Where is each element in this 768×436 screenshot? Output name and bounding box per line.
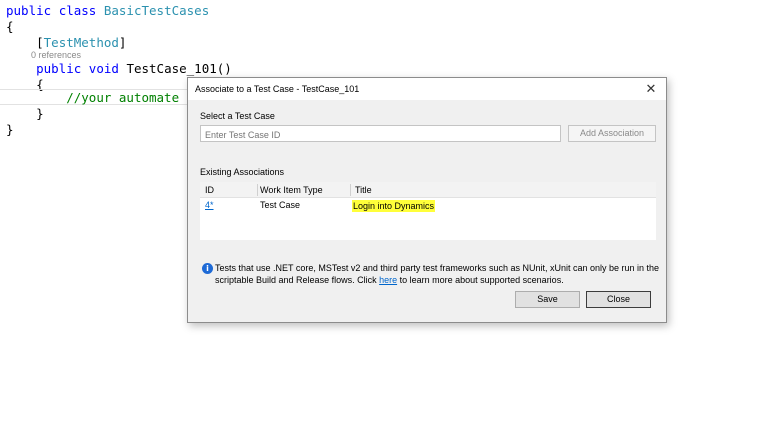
column-header-work-item-type[interactable]: Work Item Type	[260, 185, 323, 195]
add-association-button[interactable]: Add Association	[568, 125, 656, 142]
info-icon: i	[202, 263, 213, 274]
column-header-title[interactable]: Title	[355, 185, 372, 195]
work-item-title-cell: Login into Dynamics	[352, 200, 436, 212]
code-line-close-brace: }	[6, 122, 14, 137]
column-divider[interactable]	[257, 184, 258, 196]
code-line-class: public class BasicTestCases	[6, 3, 209, 19]
work-item-type-cell: Test Case	[260, 200, 301, 210]
column-header-id[interactable]: ID	[205, 185, 214, 195]
attribute-name: TestMethod	[43, 35, 119, 50]
table-row[interactable]: 4* Test Case Login into Dynamics	[200, 198, 656, 213]
keyword: public	[6, 3, 52, 18]
code-line-open-brace: {	[6, 19, 14, 34]
code-line-attribute: [TestMethod]	[36, 35, 127, 50]
existing-associations-label: Existing Associations	[200, 167, 285, 177]
keyword: public	[36, 61, 82, 76]
class-name: BasicTestCases	[103, 3, 210, 18]
dialog-titlebar[interactable]: Associate to a Test Case - TestCase_101 …	[188, 78, 666, 100]
dialog-title: Associate to a Test Case - TestCase_101	[195, 84, 360, 94]
select-test-case-label: Select a Test Case	[200, 111, 275, 121]
info-message: Tests that use .NET core, MSTest v2 and …	[215, 263, 660, 285]
learn-more-link[interactable]: here	[379, 275, 397, 285]
code-line-comment: //your automate test	[6, 90, 217, 106]
codelens-references[interactable]: 0 references	[31, 50, 81, 60]
keyword: void	[88, 61, 119, 76]
associate-test-case-dialog: Associate to a Test Case - TestCase_101 …	[187, 77, 667, 323]
associations-table: ID Work Item Type Title 4* Test Case Log…	[200, 182, 656, 240]
save-button[interactable]: Save	[515, 291, 580, 308]
keyword: class	[58, 3, 97, 18]
code-line-method: public void TestCase_101()	[6, 61, 232, 77]
code-line-method-close: }	[36, 106, 44, 121]
close-button[interactable]: Close	[586, 291, 651, 308]
test-case-id-input[interactable]	[200, 125, 561, 142]
work-item-id-link[interactable]: 4*	[205, 200, 214, 210]
method-name: TestCase_101()	[126, 61, 232, 76]
column-divider[interactable]	[350, 184, 351, 196]
close-icon[interactable]: ✕	[641, 80, 661, 98]
table-header: ID Work Item Type Title	[200, 182, 656, 198]
